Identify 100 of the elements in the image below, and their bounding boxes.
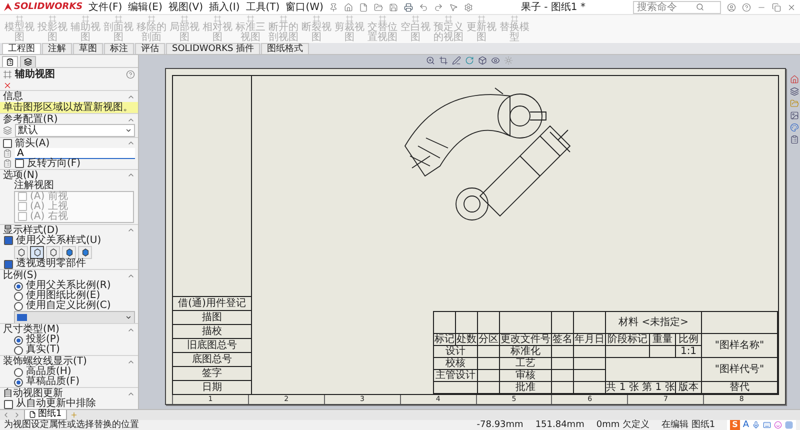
rotate-icon[interactable] bbox=[465, 56, 474, 65]
table-cell bbox=[552, 370, 574, 382]
zoom-area-icon[interactable] bbox=[439, 56, 448, 65]
section-title: 比例(S) bbox=[3, 270, 38, 282]
table-cell: 设计 bbox=[434, 346, 478, 358]
command-tab[interactable]: SOLIDWORKS 插件 bbox=[166, 43, 260, 54]
emoji-icon[interactable] bbox=[774, 421, 782, 429]
radio-button[interactable] bbox=[14, 346, 23, 355]
checkbox[interactable] bbox=[4, 236, 13, 246]
new-file-icon[interactable] bbox=[359, 2, 368, 12]
help-icon[interactable] bbox=[126, 70, 135, 78]
info-message: 单击图形区域以放置新视图。 bbox=[0, 102, 138, 113]
home-icon[interactable] bbox=[344, 2, 354, 12]
command-tab[interactable]: 注解 bbox=[42, 43, 72, 54]
checkbox[interactable] bbox=[4, 400, 13, 409]
help-icon[interactable] bbox=[742, 2, 751, 12]
radio-button[interactable] bbox=[14, 378, 23, 387]
table-cell: 更改文件号 bbox=[500, 334, 552, 346]
table-cell: 处数 bbox=[456, 334, 478, 346]
settings-icon[interactable] bbox=[464, 2, 474, 12]
menu-item[interactable]: 插入(I) bbox=[209, 0, 240, 14]
restore-icon[interactable] bbox=[772, 2, 781, 12]
menu-item[interactable]: 编辑(E) bbox=[128, 0, 162, 14]
command-tab[interactable]: 评估 bbox=[135, 43, 165, 54]
radio-button[interactable] bbox=[14, 292, 23, 301]
section-title: 参考配置(R) bbox=[3, 114, 58, 125]
table-cell bbox=[552, 346, 574, 358]
status-item: 0mm 欠定义 bbox=[596, 420, 650, 430]
task-pane-icon[interactable] bbox=[790, 75, 799, 84]
view-icon bbox=[510, 15, 519, 23]
label-icon bbox=[3, 149, 12, 158]
display-style-button[interactable] bbox=[30, 246, 44, 260]
panel-tab[interactable] bbox=[2, 56, 18, 67]
table-cell bbox=[478, 370, 500, 382]
scale-swatch bbox=[17, 314, 27, 321]
panel-tab[interactable] bbox=[20, 56, 36, 67]
cancel-icon[interactable] bbox=[3, 80, 12, 90]
command-tab[interactable]: 工程图 bbox=[2, 43, 41, 54]
menu-item[interactable]: 工具(T) bbox=[246, 0, 280, 14]
radio-label: 使用自定义比例(C) bbox=[26, 301, 111, 312]
sheet-tab[interactable]: 图纸1 bbox=[24, 410, 67, 420]
sketch-icon[interactable] bbox=[452, 56, 461, 65]
redo-icon[interactable] bbox=[434, 2, 444, 12]
close-icon[interactable] bbox=[787, 2, 796, 12]
view-icon bbox=[114, 15, 123, 23]
configuration-dropdown[interactable]: 默认 bbox=[15, 124, 135, 138]
table-cell: 替代 bbox=[702, 382, 778, 394]
menu-item[interactable]: 文件(F) bbox=[88, 0, 122, 14]
user-icon[interactable] bbox=[727, 2, 736, 12]
view-icon bbox=[15, 15, 24, 23]
zoom-icon[interactable] bbox=[426, 56, 435, 65]
checkbox[interactable] bbox=[15, 159, 24, 168]
open-folder-icon[interactable] bbox=[374, 2, 384, 12]
command-tab[interactable]: 草图 bbox=[73, 43, 103, 54]
section-title: 选项(N) bbox=[3, 170, 38, 181]
checkbox-label: 使用父关系样式(U) bbox=[16, 236, 102, 246]
library-icon[interactable] bbox=[790, 87, 799, 96]
checkbox[interactable] bbox=[4, 260, 13, 269]
checkbox-label: 反转方向(F) bbox=[27, 158, 81, 169]
previous-sheet-icon[interactable] bbox=[2, 411, 10, 419]
next-sheet-icon[interactable] bbox=[13, 411, 21, 419]
view-icon bbox=[3, 70, 12, 78]
table-cell: 版本 bbox=[676, 382, 702, 394]
radio-label: 真实(T) bbox=[26, 345, 60, 356]
radio-button[interactable] bbox=[14, 368, 23, 377]
command-tab[interactable]: 标注 bbox=[104, 43, 134, 54]
layers-icon bbox=[24, 58, 32, 66]
appearance-icon[interactable] bbox=[790, 123, 799, 132]
table-cell bbox=[650, 346, 676, 358]
radio-button[interactable] bbox=[14, 302, 23, 311]
view-icon bbox=[81, 15, 90, 23]
view-cube-icon[interactable] bbox=[478, 56, 487, 65]
menu-item[interactable]: 窗口(W) bbox=[286, 0, 324, 14]
select-icon[interactable] bbox=[449, 2, 458, 12]
menu-item[interactable]: 视图(V) bbox=[168, 0, 203, 14]
table-cell bbox=[574, 370, 606, 382]
properties-icon[interactable] bbox=[790, 135, 799, 144]
microphone-icon[interactable] bbox=[752, 421, 760, 429]
table-cell: 分区 bbox=[478, 334, 500, 346]
arrow-label-field[interactable]: A bbox=[15, 148, 135, 160]
view-palette-icon[interactable] bbox=[790, 111, 799, 120]
checkbox-label: 从自动更新中排除 bbox=[16, 399, 96, 409]
radio-button[interactable] bbox=[14, 336, 23, 345]
search-field[interactable]: 搜索命令 bbox=[633, 0, 721, 14]
checkbox-label: (A) 右视 bbox=[30, 212, 68, 222]
undo-icon[interactable] bbox=[419, 2, 428, 12]
view-icon bbox=[48, 15, 57, 23]
visibility-icon[interactable] bbox=[491, 56, 500, 65]
caret-icon bbox=[125, 314, 132, 321]
radio-button[interactable] bbox=[14, 282, 23, 291]
checkbox[interactable] bbox=[3, 138, 12, 148]
toolbox-icon[interactable] bbox=[785, 421, 793, 429]
print-icon[interactable] bbox=[404, 2, 414, 12]
keyboard-icon[interactable] bbox=[763, 421, 771, 429]
table-cell: 标记 bbox=[434, 334, 456, 346]
table-cell: 审核 bbox=[500, 370, 552, 382]
command-tab[interactable]: 图纸格式 bbox=[261, 43, 310, 54]
pin-icon[interactable] bbox=[329, 2, 338, 12]
save-icon[interactable] bbox=[389, 2, 398, 12]
section-title: 信息 bbox=[3, 91, 23, 102]
